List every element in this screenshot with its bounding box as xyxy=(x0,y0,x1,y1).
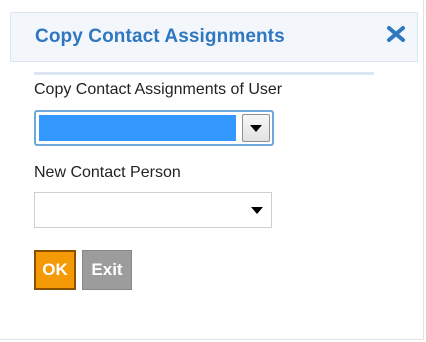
copy-from-user-dropdown-button[interactable] xyxy=(242,114,270,142)
chevron-down-icon xyxy=(251,207,263,214)
copy-from-user-select[interactable] xyxy=(34,110,274,146)
copy-from-user-label: Copy Contact Assignments of User xyxy=(34,81,283,98)
close-x-icon-graphic xyxy=(387,26,405,42)
new-contact-person-select[interactable] xyxy=(34,192,272,228)
dialog-header: Copy Contact Assignments xyxy=(10,12,418,62)
new-contact-person-label: New Contact Person xyxy=(34,164,181,181)
dialog-title: Copy Contact Assignments xyxy=(35,26,285,47)
exit-button[interactable]: Exit xyxy=(82,250,132,290)
copy-from-user-selected-value xyxy=(39,115,236,141)
close-icon[interactable] xyxy=(385,23,407,45)
header-divider xyxy=(34,72,374,75)
copy-contact-assignments-dialog: Copy Contact Assignments Copy Contact As… xyxy=(0,0,424,340)
chevron-down-icon xyxy=(250,125,262,132)
ok-button[interactable]: OK xyxy=(34,250,76,290)
